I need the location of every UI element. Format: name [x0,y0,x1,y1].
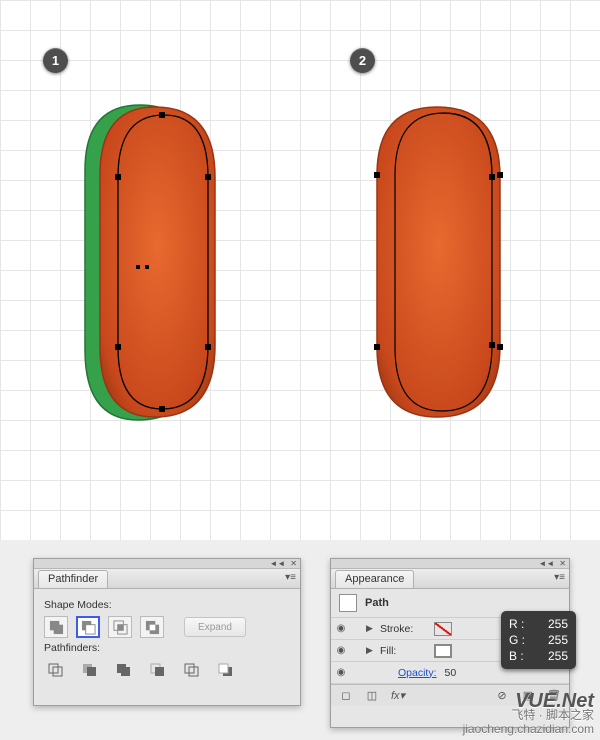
appearance-thumb [339,594,357,612]
shape-modes-row: Expand [44,616,290,638]
visibility-toggle-icon[interactable]: ◉ [334,666,348,680]
r-value: 255 [548,616,568,632]
disclosure-triangle-icon[interactable]: ▶ [366,645,376,656]
shapemode-unite-button[interactable] [44,616,68,638]
panel-collapse-icon[interactable]: ◄◄ [269,559,285,568]
panel-tabs: Appearance ▾≡ [331,569,569,589]
pathfinder-divide-button[interactable] [44,659,68,681]
pathfinder-minus-back-button[interactable] [214,659,238,681]
pathfinders-label: Pathfinders: [44,642,290,654]
g-value: 255 [548,632,568,648]
pathfinders-row [44,659,290,681]
opacity-label[interactable]: Opacity: [398,667,437,679]
tab-appearance[interactable]: Appearance [335,570,414,588]
pathfinder-merge-button[interactable] [112,659,136,681]
panel-topbar: ◄◄ ✕ [34,559,300,569]
appearance-object-type: Path [365,597,389,609]
artboard-canvas[interactable]: 1 2 [0,0,600,540]
no-style-icon[interactable]: ◻ [337,688,355,704]
rgb-readout: R : 255 G : 255 B : 255 [501,611,576,669]
shapemode-intersect-button[interactable] [108,616,132,638]
panel-close-icon[interactable]: ✕ [290,559,297,568]
panel-menu-icon[interactable]: ▾≡ [554,572,565,583]
step-badge-2: 2 [350,48,375,73]
shapemode-minus-front-button[interactable] [76,616,100,638]
panel-tabs: Pathfinder ▾≡ [34,569,300,589]
fill-label: Fill: [380,645,430,657]
b-label: B : [509,648,524,664]
duplicate-icon[interactable]: ◫ [363,688,381,704]
shape-modes-label: Shape Modes: [44,599,290,611]
step-badge-1: 1 [43,48,68,73]
clear-icon[interactable]: ⊘ [493,688,511,704]
expand-button[interactable]: Expand [184,617,246,637]
panel-close-icon[interactable]: ✕ [559,559,566,568]
delete-icon[interactable]: 🗑 [545,688,563,704]
stroke-swatch[interactable] [434,622,452,636]
fill-swatch[interactable] [434,644,452,658]
panel-menu-icon[interactable]: ▾≡ [285,572,296,583]
pathfinder-crop-button[interactable] [146,659,170,681]
panel-collapse-icon[interactable]: ◄◄ [538,559,554,568]
g-label: G : [509,632,525,648]
fx-icon[interactable]: fx▾ [389,688,407,704]
panels-area: ◄◄ ✕ Pathfinder ▾≡ Shape Modes: [0,540,600,740]
shape-group-1[interactable] [60,95,240,455]
tab-pathfinder[interactable]: Pathfinder [38,570,108,588]
r-label: R : [509,616,524,632]
orange-outer-shape[interactable] [100,107,215,417]
opacity-value: 50 [445,667,457,679]
appearance-panel: ◄◄ ✕ Appearance ▾≡ Path ◉ ▶ Stroke: ◉ ▶ [330,558,570,728]
pathfinder-trim-button[interactable] [78,659,102,681]
visibility-toggle-icon[interactable]: ◉ [334,644,348,658]
shapemode-exclude-button[interactable] [140,616,164,638]
pathfinder-outline-button[interactable] [180,659,204,681]
visibility-toggle-icon[interactable]: ◉ [334,622,348,636]
pathfinder-panel: ◄◄ ✕ Pathfinder ▾≡ Shape Modes: [33,558,301,706]
disclosure-triangle-icon[interactable]: ▶ [366,623,376,634]
stroke-label: Stroke: [380,623,430,635]
appearance-footer: ◻ ◫ fx▾ ⊘ ▣ 🗑 [331,684,569,706]
panel-topbar: ◄◄ ✕ [331,559,569,569]
shape-group-2[interactable] [362,95,542,455]
new-icon[interactable]: ▣ [519,688,537,704]
b-value: 255 [548,648,568,664]
